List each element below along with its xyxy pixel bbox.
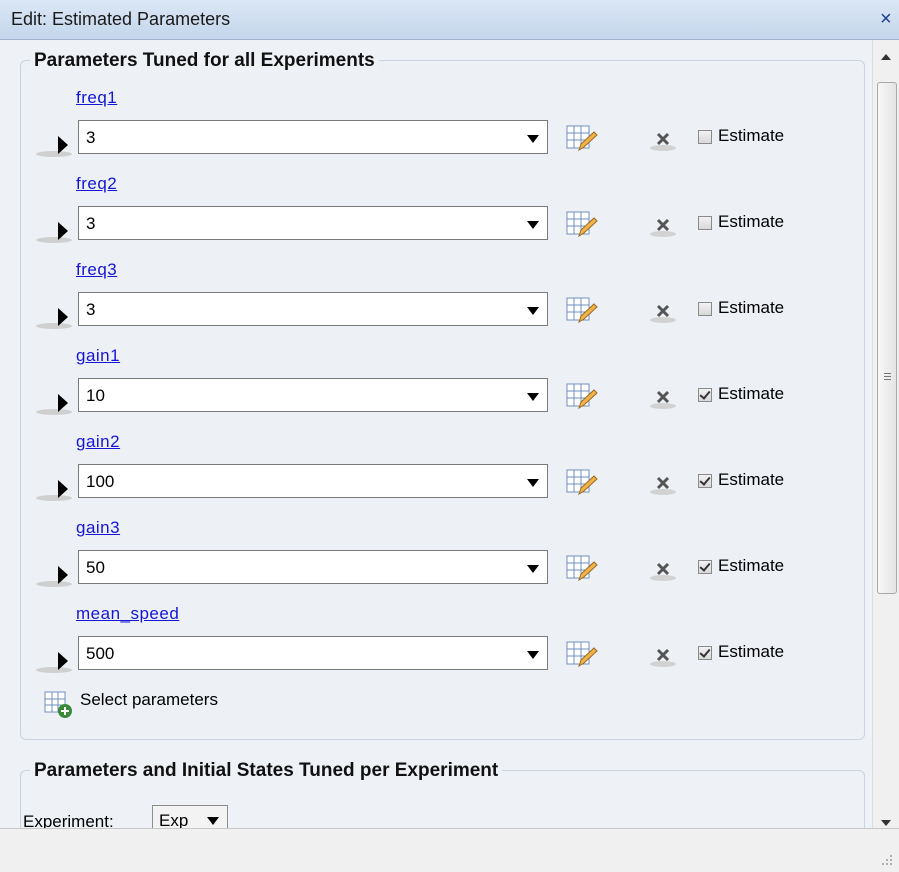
value-combo-freq1[interactable]: 3 xyxy=(78,120,548,154)
experiment-select[interactable]: Exp xyxy=(152,805,228,828)
chevron-down-icon[interactable] xyxy=(527,307,539,315)
param-link-freq3[interactable]: freq3 xyxy=(76,260,117,280)
param-link-freq2[interactable]: freq2 xyxy=(76,174,117,194)
value-text: 500 xyxy=(86,644,115,663)
estimate-checkbox-freq3[interactable] xyxy=(698,302,712,316)
expand-arrow-icon[interactable] xyxy=(34,476,74,502)
resize-grip-icon[interactable] xyxy=(880,852,894,866)
window-title: Edit: Estimated Parameters xyxy=(11,9,231,29)
scroll-down-icon[interactable] xyxy=(881,820,891,826)
expand-arrow-icon[interactable] xyxy=(34,304,74,330)
estimate-checkbox-freq1[interactable] xyxy=(698,130,712,144)
remove-x-icon[interactable] xyxy=(648,644,682,668)
estimate-label: Estimate xyxy=(718,642,785,661)
table-edit-icon[interactable] xyxy=(565,638,599,672)
table-edit-icon[interactable] xyxy=(565,294,599,328)
scrollbar-thumb[interactable] xyxy=(877,82,897,594)
close-icon[interactable]: × xyxy=(880,8,892,31)
chevron-down-icon[interactable] xyxy=(527,135,539,143)
estimate-label: Estimate xyxy=(718,384,785,403)
value-text: 10 xyxy=(86,386,105,405)
value-combo-gain3[interactable]: 50 xyxy=(78,550,548,584)
estimate-checkbox-freq2[interactable] xyxy=(698,216,712,230)
experiment-label: Experiment: xyxy=(23,812,114,828)
estimate-checkbox-gain2[interactable] xyxy=(698,474,712,488)
grip-icon xyxy=(884,373,891,374)
expand-arrow-icon[interactable] xyxy=(34,218,74,244)
estimate-checkbox-gain1[interactable] xyxy=(698,388,712,402)
expand-arrow-icon[interactable] xyxy=(34,132,74,158)
expand-arrow-icon[interactable] xyxy=(34,648,74,674)
scroll-up-icon[interactable] xyxy=(881,54,891,60)
group-all-title: Parameters Tuned for all Experiments xyxy=(30,50,379,72)
estimate-label: Estimate xyxy=(718,298,785,317)
param-link-gain3[interactable]: gain3 xyxy=(76,518,120,538)
expand-arrow-icon[interactable] xyxy=(34,562,74,588)
remove-x-icon[interactable] xyxy=(648,300,682,324)
remove-x-icon[interactable] xyxy=(648,386,682,410)
estimate-label: Estimate xyxy=(718,212,785,231)
value-combo-freq3[interactable]: 3 xyxy=(78,292,548,326)
estimate-checkbox-mean-speed[interactable] xyxy=(698,646,712,660)
chevron-down-icon xyxy=(207,817,219,825)
status-bar xyxy=(0,828,899,872)
value-text: 100 xyxy=(86,472,115,491)
vertical-scrollbar[interactable] xyxy=(872,40,899,828)
select-parameters-button[interactable]: Select parameters xyxy=(44,686,304,720)
chevron-down-icon[interactable] xyxy=(527,651,539,659)
value-text: 3 xyxy=(86,128,96,147)
table-edit-icon[interactable] xyxy=(565,552,599,586)
table-edit-icon[interactable] xyxy=(565,122,599,156)
expand-arrow-icon[interactable] xyxy=(34,390,74,416)
param-link-gain1[interactable]: gain1 xyxy=(76,346,120,366)
value-text: 3 xyxy=(86,214,96,233)
value-combo-gain2[interactable]: 100 xyxy=(78,464,548,498)
estimate-label: Estimate xyxy=(718,470,785,489)
table-edit-icon[interactable] xyxy=(565,380,599,414)
remove-x-icon[interactable] xyxy=(648,128,682,152)
param-link-gain2[interactable]: gain2 xyxy=(76,432,120,452)
value-text: 3 xyxy=(86,300,96,319)
value-combo-mean-speed[interactable]: 500 xyxy=(78,636,548,670)
value-combo-gain1[interactable]: 10 xyxy=(78,378,548,412)
chevron-down-icon[interactable] xyxy=(527,565,539,573)
title-bar: Edit: Estimated Parameters × xyxy=(0,0,899,40)
value-text: 50 xyxy=(86,558,105,577)
table-edit-icon[interactable] xyxy=(565,466,599,500)
chevron-down-icon[interactable] xyxy=(527,479,539,487)
value-combo-freq2[interactable]: 3 xyxy=(78,206,548,240)
param-link-mean-speed[interactable]: mean_speed xyxy=(76,604,179,624)
remove-x-icon[interactable] xyxy=(648,558,682,582)
remove-x-icon[interactable] xyxy=(648,472,682,496)
chevron-down-icon[interactable] xyxy=(527,221,539,229)
panel-content: Parameters Tuned for all Experiments fre… xyxy=(10,40,872,828)
select-parameters-label: Select parameters xyxy=(80,690,218,709)
param-link-freq1[interactable]: freq1 xyxy=(76,88,117,108)
remove-x-icon[interactable] xyxy=(648,214,682,238)
table-edit-icon[interactable] xyxy=(565,208,599,242)
chevron-down-icon[interactable] xyxy=(527,393,539,401)
add-parameters-icon xyxy=(44,691,72,718)
estimate-label: Estimate xyxy=(718,556,785,575)
experiment-value: Exp xyxy=(159,811,189,828)
estimate-label: Estimate xyxy=(718,126,785,145)
estimate-checkbox-gain3[interactable] xyxy=(698,560,712,574)
group-per-experiment-title: Parameters and Initial States Tuned per … xyxy=(30,760,503,782)
